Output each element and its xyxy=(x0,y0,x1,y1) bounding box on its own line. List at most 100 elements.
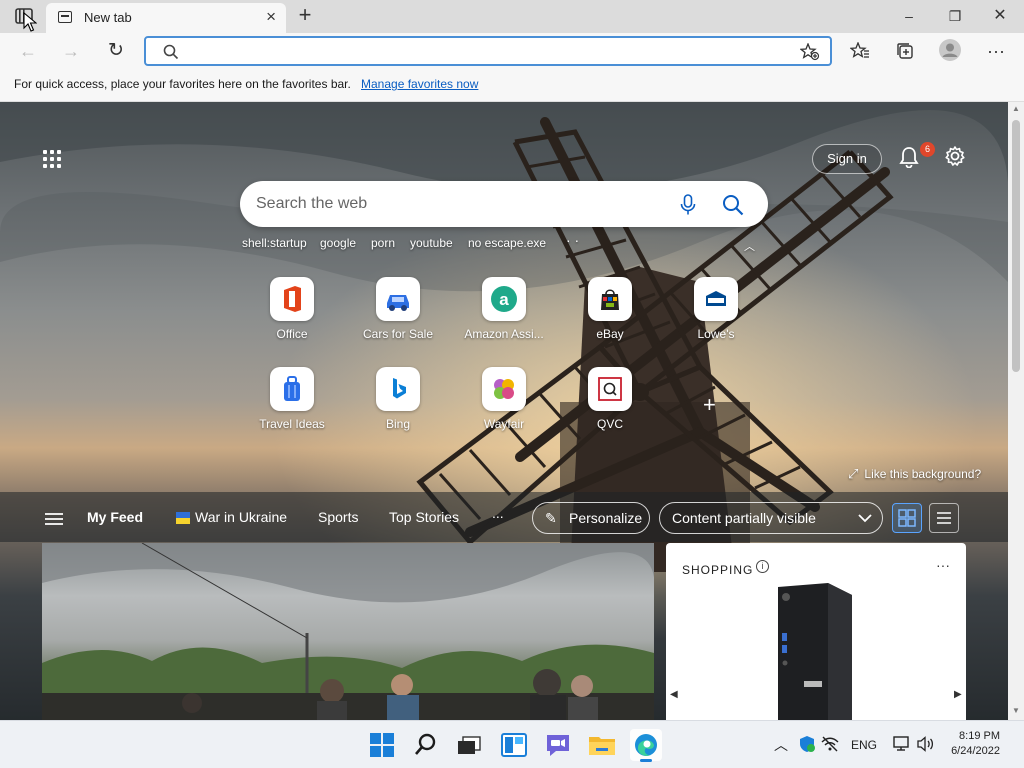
edge-taskbar-button[interactable] xyxy=(630,729,662,762)
sign-in-button[interactable]: Sign in xyxy=(812,144,882,174)
refresh-button[interactable]: ↻ xyxy=(103,39,129,63)
show-hidden-icons-button[interactable]: ︿ xyxy=(774,735,788,755)
recent-search-item[interactable]: shell:startup xyxy=(242,236,307,250)
close-tab-icon[interactable]: × xyxy=(266,8,276,25)
tile-cars-for-sale[interactable]: Cars for Sale xyxy=(348,277,448,341)
apps-launcher-button[interactable] xyxy=(43,150,61,168)
grid-view-button[interactable] xyxy=(892,503,922,533)
input-language[interactable]: ENG xyxy=(851,738,877,752)
chat-icon xyxy=(547,735,569,756)
like-background-link[interactable]: ⤢ Like this background? xyxy=(848,466,981,482)
task-view-button[interactable] xyxy=(454,729,486,761)
web-search-box[interactable]: Search the web xyxy=(240,181,768,227)
tile-qvc[interactable]: QVC xyxy=(560,367,660,431)
info-icon[interactable]: i xyxy=(756,560,769,573)
recent-searches-more-icon[interactable]: · · xyxy=(566,232,579,248)
volume-icon[interactable] xyxy=(917,736,935,755)
feed-more-button[interactable]: ... xyxy=(492,505,504,521)
tile-label: Amazon Assi... xyxy=(464,327,544,341)
lowes-icon xyxy=(694,277,738,321)
manage-favorites-link[interactable]: Manage favorites now xyxy=(361,77,478,91)
profile-button[interactable] xyxy=(937,38,963,64)
story-photo xyxy=(42,543,654,720)
forward-button[interactable]: → xyxy=(58,39,84,63)
tab-new-tab[interactable]: New tab × xyxy=(46,3,286,33)
tile-bing[interactable]: Bing xyxy=(348,367,448,431)
wayfair-icon xyxy=(482,367,526,411)
list-view-button[interactable] xyxy=(929,503,959,533)
feed-tab-sports[interactable]: Sports xyxy=(318,509,358,525)
feed-navigation: My Feed War in Ukraine Sports Top Storie… xyxy=(0,492,1008,542)
tile-ebay[interactable]: eBay xyxy=(560,277,660,341)
tile-label: Office xyxy=(276,327,308,341)
recent-search-item[interactable]: porn xyxy=(371,236,395,250)
tile-wayfair[interactable]: Wayfair xyxy=(454,367,554,431)
tab-title: New tab xyxy=(84,10,132,25)
clock-date: 6/24/2022 xyxy=(951,745,1000,757)
car-icon xyxy=(376,277,420,321)
security-icon[interactable] xyxy=(798,735,816,756)
display-icon[interactable] xyxy=(893,736,911,755)
personalize-label: Personalize xyxy=(569,510,643,526)
back-button[interactable]: ← xyxy=(15,39,41,63)
system-clock[interactable]: 8:19 PM 6/24/2022 xyxy=(944,729,1000,759)
collections-button[interactable] xyxy=(893,40,917,62)
next-product-arrow-icon[interactable]: ▶ xyxy=(954,689,962,700)
menu-icon[interactable] xyxy=(45,513,63,525)
new-tab-icon xyxy=(58,11,72,23)
scroll-down-arrow-icon[interactable]: ▼ xyxy=(1010,706,1022,716)
favorites-button[interactable] xyxy=(848,40,872,62)
new-tab-page: Sign in 6 Search the web shell:startup g… xyxy=(0,102,1008,720)
new-tab-button[interactable]: + xyxy=(291,4,319,28)
page-settings-button[interactable] xyxy=(944,145,968,169)
chat-button[interactable] xyxy=(542,729,574,761)
content-visibility-dropdown[interactable]: Content partially visible xyxy=(659,502,883,534)
add-favorite-icon[interactable] xyxy=(800,43,820,61)
browser-toolbar: ← → ↻ ··· xyxy=(0,33,1024,69)
close-window-button[interactable]: ✕ xyxy=(980,5,1020,27)
address-bar[interactable] xyxy=(144,36,832,66)
search-icon xyxy=(415,733,436,755)
collections-icon xyxy=(897,43,913,59)
edge-icon xyxy=(635,734,657,756)
taskbar: ︿ ENG 8:19 PM 6/24/2022 xyxy=(0,720,1024,768)
taskbar-search-button[interactable] xyxy=(410,729,442,761)
tile-lowes[interactable]: Lowe's xyxy=(666,277,766,341)
microphone-icon[interactable] xyxy=(680,194,696,216)
folder-icon xyxy=(589,737,615,755)
tile-travel-ideas[interactable]: Travel Ideas xyxy=(242,367,342,431)
start-button[interactable] xyxy=(366,729,398,761)
tile-label: Lowe's xyxy=(697,327,735,341)
widgets-button[interactable] xyxy=(498,729,530,761)
shopping-card[interactable]: SHOPPING i ··· ◀ ▶ xyxy=(666,543,966,720)
network-icon[interactable] xyxy=(821,736,839,755)
collapse-chevron-icon[interactable]: ︿ xyxy=(744,238,755,254)
tile-office[interactable]: Office xyxy=(242,277,342,341)
feed-tab-my-feed[interactable]: My Feed xyxy=(87,509,143,525)
recent-search-item[interactable]: youtube xyxy=(410,236,453,250)
file-explorer-button[interactable] xyxy=(586,729,618,761)
feed-tab-top-stories[interactable]: Top Stories xyxy=(389,509,459,525)
recent-search-item[interactable]: no escape.exe xyxy=(468,236,546,250)
restore-button[interactable]: ❐ xyxy=(935,5,975,27)
top-story-card[interactable] xyxy=(42,543,654,720)
tile-label: eBay xyxy=(596,327,624,341)
minimize-button[interactable]: – xyxy=(889,5,929,27)
add-shortcut-button[interactable]: + xyxy=(703,392,716,418)
previous-product-arrow-icon[interactable]: ◀ xyxy=(670,689,678,700)
web-search-placeholder: Search the web xyxy=(256,195,368,212)
tile-amazon-assistant[interactable]: a Amazon Assi... xyxy=(454,277,554,341)
scroll-up-arrow-icon[interactable]: ▲ xyxy=(1010,104,1022,114)
feed-tab-war-in-ukraine[interactable]: War in Ukraine xyxy=(195,509,287,525)
scrollbar-thumb[interactable] xyxy=(1012,120,1020,372)
personalize-button[interactable]: ✎ Personalize xyxy=(532,502,650,534)
clock-time: 8:19 PM xyxy=(959,730,1000,742)
recent-search-item[interactable]: google xyxy=(320,236,356,250)
tile-label: Cars for Sale xyxy=(362,327,434,341)
card-options-icon[interactable]: ··· xyxy=(936,557,950,573)
settings-and-more-button[interactable]: ··· xyxy=(984,40,1008,62)
mouse-cursor-icon xyxy=(23,12,37,32)
search-submit-icon[interactable] xyxy=(722,194,744,216)
like-background-label: Like this background? xyxy=(864,467,982,481)
gear-icon xyxy=(945,146,965,166)
